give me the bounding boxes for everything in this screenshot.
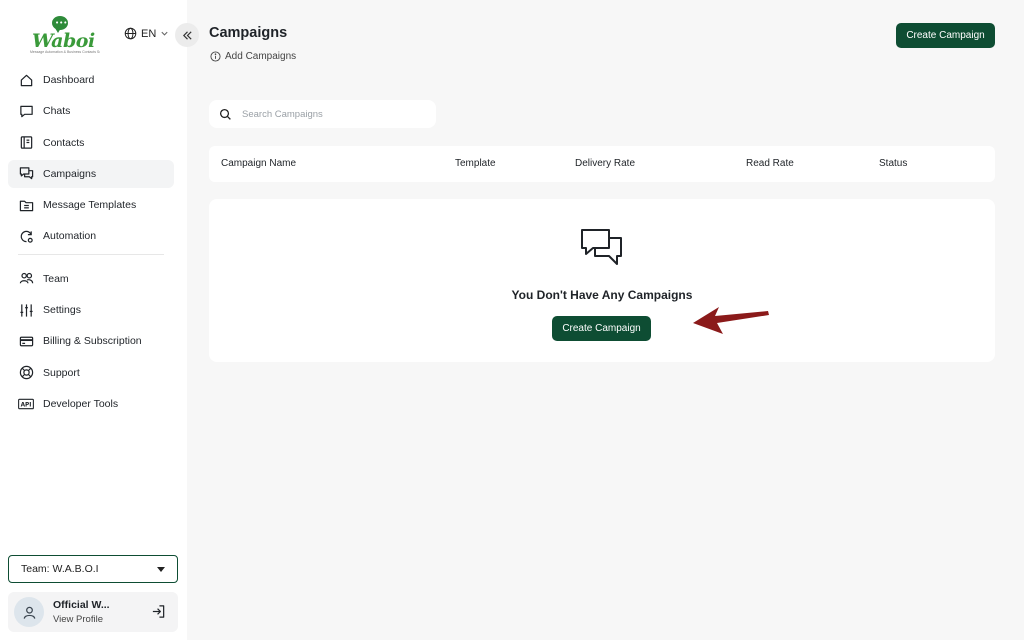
team-select-value: Team: W.A.B.O.I <box>21 563 99 575</box>
chevrons-left-icon <box>182 30 192 40</box>
avatar <box>14 597 44 627</box>
chat-bubbles-icon <box>581 229 622 265</box>
sidebar-item-label: Chats <box>43 105 71 118</box>
template-icon <box>18 197 34 213</box>
sidebar-item-label: Team <box>43 272 69 285</box>
sidebar-item-label: Message Templates <box>43 199 137 212</box>
team-select[interactable]: Team: W.A.B.O.I <box>8 555 178 583</box>
search-input[interactable] <box>242 108 422 120</box>
column-header-campaign-name[interactable]: Campaign Name <box>221 158 296 169</box>
sidebar-item-team[interactable]: Team <box>8 265 174 293</box>
add-campaigns-link[interactable]: Add Campaigns <box>210 51 296 62</box>
sidebar-item-billing[interactable]: Billing & Subscription <box>8 327 174 355</box>
sidebar-item-message-templates[interactable]: Message Templates <box>8 191 174 219</box>
annotation-arrow-icon <box>693 307 769 334</box>
team-icon <box>18 271 34 287</box>
profile-name: Official W... <box>53 599 110 611</box>
sidebar-item-label: Contacts <box>43 136 85 149</box>
logo-wordmark: Waboi <box>32 30 95 52</box>
page-title: Campaigns <box>209 25 288 41</box>
chat-icon <box>18 103 34 119</box>
sidebar-item-support[interactable]: Support <box>8 359 174 387</box>
svg-text:API: API <box>21 402 32 408</box>
sidebar-item-label: Campaigns <box>43 167 97 180</box>
table-header: Campaign Name Template Delivery Rate Rea… <box>209 146 995 182</box>
chevron-down-icon <box>161 31 168 36</box>
add-campaigns-label: Add Campaigns <box>225 51 297 62</box>
sliders-icon <box>18 302 34 318</box>
column-header-read-rate[interactable]: Read Rate <box>746 158 794 169</box>
card-icon <box>18 333 34 349</box>
sidebar: ••• Waboi Message Automation & Business … <box>0 0 187 640</box>
info-icon <box>210 51 221 62</box>
sidebar-item-developer-tools[interactable]: API Developer Tools <box>8 390 174 418</box>
waboi-logo[interactable]: ••• Waboi Message Automation & Business … <box>28 16 102 56</box>
sidebar-nav: Dashboard Chats Contacts Campaigns Messa… <box>8 66 174 421</box>
api-icon: API <box>18 396 34 412</box>
collapse-sidebar-button[interactable] <box>175 23 199 47</box>
sidebar-item-label: Settings <box>43 304 81 317</box>
column-header-template[interactable]: Template <box>455 158 496 169</box>
home-icon <box>18 72 34 88</box>
column-header-delivery-rate[interactable]: Delivery Rate <box>575 158 635 169</box>
automation-icon <box>18 228 34 244</box>
profile-card[interactable]: Official W... View Profile <box>8 592 178 632</box>
sidebar-item-label: Support <box>43 366 80 379</box>
sidebar-item-settings[interactable]: Settings <box>8 296 174 324</box>
sidebar-item-label: Billing & Subscription <box>43 335 142 348</box>
globe-icon <box>124 27 137 40</box>
language-selector[interactable]: EN <box>124 27 169 40</box>
sidebar-item-label: Developer Tools <box>43 397 119 410</box>
search-icon <box>219 108 231 120</box>
language-label: EN <box>141 27 157 40</box>
nav-divider <box>18 253 164 255</box>
empty-state-create-campaign-button[interactable]: Create Campaign <box>552 316 651 341</box>
empty-state-message: You Don't Have Any Campaigns <box>511 288 693 302</box>
sidebar-item-automation[interactable]: Automation <box>8 222 174 250</box>
sidebar-item-dashboard[interactable]: Dashboard <box>8 66 174 94</box>
sidebar-item-label: Dashboard <box>43 74 95 86</box>
sidebar-item-contacts[interactable]: Contacts <box>8 129 174 157</box>
contacts-icon <box>18 135 34 151</box>
sidebar-item-campaigns[interactable]: Campaigns <box>8 159 174 188</box>
campaigns-icon <box>18 166 34 182</box>
lifebuoy-icon <box>18 365 34 381</box>
search-bar[interactable] <box>209 100 436 128</box>
sidebar-item-label: Automation <box>43 230 97 243</box>
logout-icon[interactable] <box>151 604 166 619</box>
column-header-status[interactable]: Status <box>879 158 907 169</box>
logo-tagline: Message Automation & Business Contacts S… <box>30 50 100 54</box>
view-profile-link[interactable]: View Profile <box>53 614 110 625</box>
user-icon <box>23 606 35 619</box>
create-campaign-button[interactable]: Create Campaign <box>896 23 995 48</box>
caret-down-icon <box>157 566 165 572</box>
sidebar-item-chats[interactable]: Chats <box>8 97 174 125</box>
empty-state-card: You Don't Have Any Campaigns Create Camp… <box>209 199 995 362</box>
